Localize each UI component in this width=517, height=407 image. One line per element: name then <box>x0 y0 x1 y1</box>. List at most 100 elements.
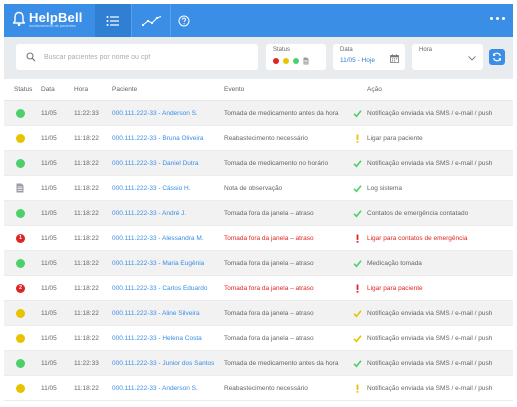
col-patient-header[interactable]: Paciente <box>109 86 219 93</box>
col-date-header[interactable]: Data <box>40 86 71 93</box>
patient-link[interactable]: 000.111.222-33 - Junior dos Santos <box>109 360 219 367</box>
table-row[interactable]: 11/05 11:18:22 000.111.222-33 - Anderson S… <box>4 376 513 401</box>
check-icon <box>352 109 362 117</box>
nav-help-button[interactable] <box>170 4 198 37</box>
status-cell: 1 <box>4 233 40 243</box>
table-row[interactable]: 11/05 11:18:22 000.111.222-33 - Helena Cos… <box>4 326 513 351</box>
action-cell: Notificação enviada via SMS / e-mail / p… <box>349 309 513 318</box>
nav-divider <box>131 4 132 37</box>
patient-link[interactable]: 000.111.222-33 - Maria Eugênia <box>109 260 219 267</box>
time-cell: 11:18:22 <box>74 184 99 192</box>
more-dots-icon[interactable] <box>490 17 505 20</box>
event-cell: Tomada fora da janela – atraso <box>224 284 314 292</box>
date-cell: 11/05 <box>41 334 57 342</box>
col-time-header[interactable]: Hora <box>71 86 109 93</box>
action-cell: Notificação enviada via SMS / e-mail / p… <box>349 159 513 168</box>
status-warn-dot <box>16 133 25 143</box>
check-icon <box>352 209 362 217</box>
note-icon <box>16 183 24 193</box>
col-action-header[interactable]: Ação <box>349 86 513 93</box>
search-box[interactable] <box>16 44 258 70</box>
status-filter-label: Status <box>273 47 291 53</box>
status-red-dot[interactable] <box>273 58 279 64</box>
status-filter[interactable]: Status <box>266 44 326 70</box>
table-row[interactable]: 11/05 11:18:22 000.111.222-33 - Cássio H. N… <box>4 176 513 201</box>
patient-link[interactable]: 000.111.222-33 - Bruna Oliveira <box>109 135 219 142</box>
search-input[interactable] <box>44 53 244 61</box>
patient-link[interactable]: 000.111.222-33 - Helena Costa <box>109 335 219 342</box>
action-text: Notificação enviada via SMS / e-mail / p… <box>367 309 493 317</box>
table-row[interactable]: 1 11/05 11:18:22 000.111.222-33 - Alessandr… <box>4 226 513 251</box>
date-cell: 11/05 <box>41 159 57 167</box>
event-cell: Tomada de medicamento no horário <box>224 159 329 167</box>
action-icon <box>351 284 363 293</box>
table-row[interactable]: 11/05 11:18:22 000.111.222-33 - André J. To… <box>4 201 513 226</box>
app-logo[interactable]: HelpBell monitoramento de pacientes <box>12 11 83 29</box>
status-green-dot[interactable] <box>293 58 299 64</box>
action-text: Log sistema <box>367 184 403 192</box>
check-icon <box>352 184 362 192</box>
status-ok-dot <box>16 108 25 118</box>
action-icon <box>351 109 363 118</box>
bell-icon <box>12 11 26 27</box>
refresh-button[interactable] <box>489 49 505 65</box>
date-cell: 11/05 <box>41 259 57 267</box>
status-yellow-dot[interactable] <box>283 58 289 64</box>
action-text: Ligar para paciente <box>367 134 423 142</box>
events-table: Status Data Hora Paciente Evento Ação 11… <box>4 79 513 401</box>
status-note-icon[interactable] <box>303 57 309 65</box>
patient-link[interactable]: 000.111.222-33 - Anderson S. <box>109 385 219 392</box>
table-row[interactable]: 11/05 11:18:22 000.111.222-33 - Daniel Dut… <box>4 151 513 176</box>
action-cell: Notificação enviada via SMS / e-mail / p… <box>349 109 513 118</box>
action-cell: Medicação tomada <box>349 259 513 268</box>
col-event-header[interactable]: Evento <box>219 86 349 93</box>
patient-link[interactable]: 000.111.222-33 - Carlos Eduardo <box>109 285 219 292</box>
table-row[interactable]: 11/05 11:18:22 000.111.222-33 - Aline Silv… <box>4 301 513 326</box>
date-cell: 11/05 <box>41 234 57 242</box>
time-cell: 11:22:33 <box>74 359 99 367</box>
check-icon <box>352 159 362 167</box>
patient-link[interactable]: 000.111.222-33 - Aline Silveira <box>109 310 219 317</box>
nav-list-button[interactable] <box>95 4 131 37</box>
check-icon <box>352 359 362 367</box>
chevron-down-icon <box>468 56 476 61</box>
action-text: Notificação enviada via SMS / e-mail / p… <box>367 109 493 117</box>
col-status-header[interactable]: Status <box>4 86 40 93</box>
nav-chart-button[interactable] <box>134 4 170 37</box>
patient-link[interactable]: 000.111.222-33 - Anderson S. <box>109 110 219 117</box>
check-icon <box>352 334 362 342</box>
event-cell: Tomada de medicamento antes da hora <box>224 109 339 117</box>
status-cell: 2 <box>4 283 40 293</box>
status-ok-dot <box>16 208 25 218</box>
table-header: Status Data Hora Paciente Evento Ação <box>4 79 513 101</box>
hour-filter[interactable]: Hora <box>412 44 483 70</box>
exclamation-icon <box>356 384 358 393</box>
table-row[interactable]: 2 11/05 11:18:22 000.111.222-33 - Carlos Ed… <box>4 276 513 301</box>
action-icon <box>351 334 363 343</box>
action-text: Notificação enviada via SMS / e-mail / p… <box>367 334 493 342</box>
list-icon <box>106 15 119 26</box>
action-cell: Ligar para paciente <box>349 284 513 293</box>
patient-link[interactable]: 000.111.222-33 - Cássio H. <box>109 185 219 192</box>
table-row[interactable]: 11/05 11:22:33 000.111.222-33 - Junior dos… <box>4 351 513 376</box>
patient-link[interactable]: 000.111.222-33 - Alessandra M. <box>109 235 219 242</box>
action-cell: Notificação enviada via SMS / e-mail / p… <box>349 384 513 393</box>
action-text: Ligar para paciente <box>367 284 423 292</box>
patient-link[interactable]: 000.111.222-33 - Daniel Dutra <box>109 160 219 167</box>
filter-bar: Status Data 11/05 - Hoje Hora <box>4 37 513 79</box>
table-row[interactable]: 11/05 11:18:22 000.111.222-33 - Maria Eugê… <box>4 251 513 276</box>
date-filter-label: Data <box>340 47 353 53</box>
status-cell <box>4 108 40 118</box>
exclamation-icon <box>356 284 358 293</box>
calendar-icon <box>390 54 399 63</box>
action-cell: Log sistema <box>349 184 513 193</box>
time-cell: 11:18:22 <box>74 209 99 217</box>
date-filter[interactable]: Data 11/05 - Hoje <box>333 44 405 70</box>
table-row[interactable]: 11/05 11:22:33 000.111.222-33 - Anderson S… <box>4 101 513 126</box>
date-cell: 11/05 <box>41 109 57 117</box>
date-cell: 11/05 <box>41 384 57 392</box>
action-icon <box>351 359 363 368</box>
table-row[interactable]: 11/05 11:18:22 000.111.222-33 - Bruna Oliv… <box>4 126 513 151</box>
time-cell: 11:18:22 <box>74 384 99 392</box>
patient-link[interactable]: 000.111.222-33 - André J. <box>109 210 219 217</box>
